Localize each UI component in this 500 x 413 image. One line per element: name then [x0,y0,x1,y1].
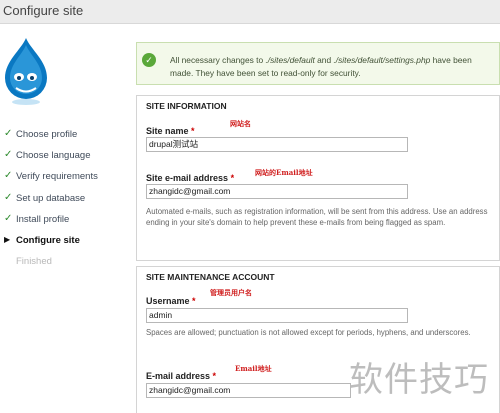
step-label: Install profile [16,213,70,225]
install-steps: ✓ Choose profile ✓ Choose language ✓ Ver… [4,127,128,275]
status-message-text: All necessary changes to ./sites/default… [170,55,472,78]
step-label: Verify requirements [16,171,98,183]
step-finished: Finished [4,254,128,275]
username-help: Spaces are allowed; punctuation is not a… [146,328,471,337]
email-label: E-mail address * [146,371,217,381]
site-information-fieldset: SITE INFORMATION Site name * 网站名 drupal测… [136,95,500,261]
username-input[interactable]: admin [146,308,408,323]
step-choose-language: ✓ Choose language [4,148,128,169]
site-email-annotation: 网站的Email地址 [255,168,313,177]
step-choose-profile: ✓ Choose profile [4,127,128,148]
check-icon: ✓ [4,170,13,182]
drupal-logo [5,38,47,105]
step-set-up-database: ✓ Set up database [4,191,128,212]
site-email-help: Automated e-mails, such as registration … [146,207,488,227]
site-name-input[interactable]: drupal测试站 [146,137,408,152]
username-label: Username * [146,296,196,306]
step-label: Finished [16,256,52,268]
step-install-profile: ✓ Install profile [4,212,128,233]
check-icon: ✓ [4,212,13,224]
check-icon: ✓ [4,149,13,161]
ok-icon: ✓ [142,53,156,67]
page-title: Configure site [3,3,84,18]
header-bar: Configure site [0,0,500,24]
username-annotation: 管理员用户名 [210,288,252,297]
step-label: Configure site [16,234,80,246]
watermark: 软件技巧 [349,360,489,400]
status-message: ✓ All necessary changes to ./sites/defau… [136,42,500,85]
active-step-icon: ▶ [4,234,11,244]
site-email-label: Site e-mail address * [146,173,235,183]
step-configure-site: ▶ Configure site [4,233,128,254]
check-icon: ✓ [4,191,13,203]
fieldset-legend: SITE INFORMATION [146,101,227,111]
site-name-annotation: 网站名 [230,119,251,128]
fieldset-legend: SITE MAINTENANCE ACCOUNT [146,272,275,282]
site-name-label: Site name * [146,126,195,136]
email-input[interactable]: zhangidc@gmail.com [146,383,351,398]
step-label: Set up database [16,192,86,204]
email-annotation: Email地址 [235,364,272,373]
check-icon: ✓ [4,128,13,139]
site-email-input[interactable]: zhangidc@gmail.com [146,184,408,199]
step-verify-requirements: ✓ Verify requirements [4,169,128,190]
step-label: Choose profile [16,129,78,140]
step-label: Choose language [16,150,91,162]
